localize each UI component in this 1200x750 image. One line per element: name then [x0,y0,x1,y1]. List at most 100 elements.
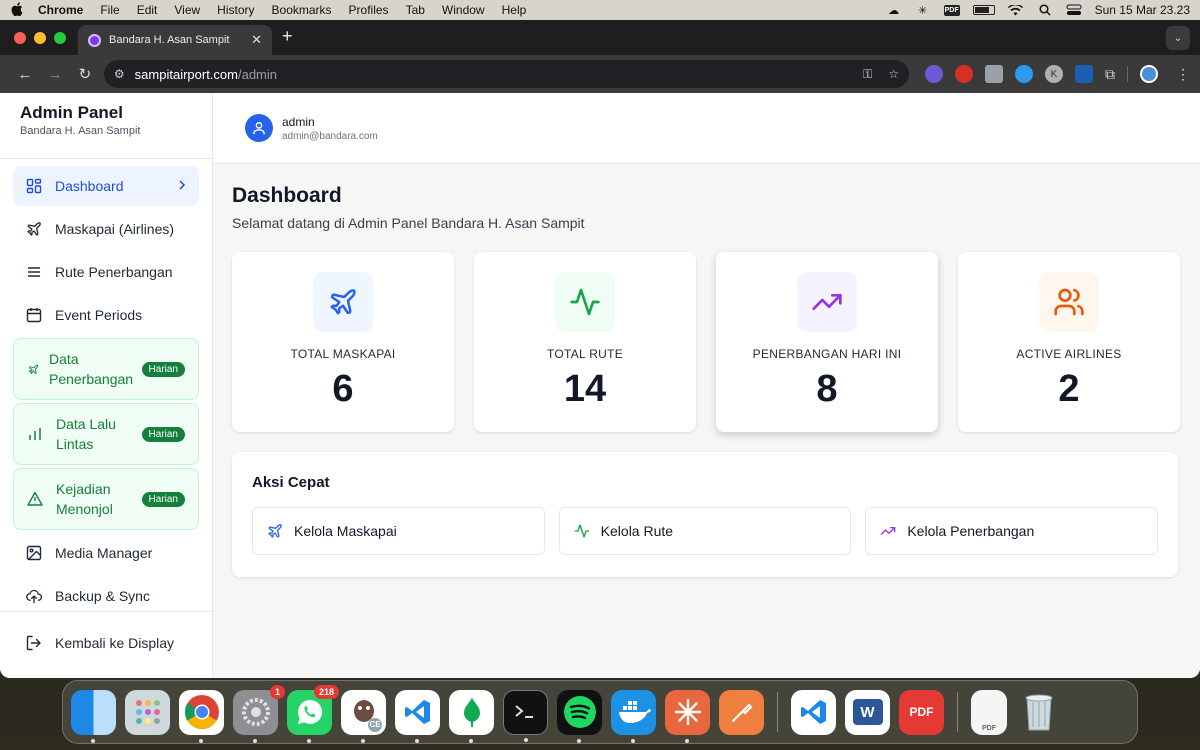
sidebar-item-routes[interactable]: Rute Penerbangan [13,252,199,292]
dock-pdf-expert-icon[interactable]: PDF [899,689,944,735]
zoom-window-button[interactable] [54,31,66,44]
reload-icon[interactable]: ↻ [70,65,100,83]
address-bar[interactable]: ⚙ sampitairport.com/admin ⚿ ☆ [103,60,910,88]
dock-launchpad-icon[interactable] [125,689,170,735]
trending-up-icon [797,272,857,332]
dock-pdf-document-icon[interactable]: PDF [971,689,1007,735]
dock-chrome-icon[interactable] [179,689,224,743]
menu-view[interactable]: View [174,3,200,17]
battery-icon[interactable] [972,5,995,15]
layout-grid-icon [26,178,42,194]
sidebar-item-label: Kejadian Menonjol [56,481,113,517]
manage-routes-button[interactable]: Kelola Rute [558,507,852,555]
sidebar-item-label: Dashboard [55,178,124,194]
apple-menu-icon[interactable] [10,1,24,19]
sidebar-item-traffic-data[interactable]: Data Lalu Lintas Harian [13,403,199,465]
chrome-menu-kebab-icon[interactable]: ⋮ [1176,66,1190,83]
quick-action-label: Kelola Rute [600,523,674,539]
manage-airlines-button[interactable]: Kelola Maskapai [252,507,545,555]
extension-shield-icon[interactable] [985,65,1004,83]
daily-badge: Harian [141,491,185,507]
manage-flights-button[interactable]: Kelola Penerbangan [865,507,1159,555]
bookmark-star-icon[interactable]: ☆ [888,67,899,82]
menu-window[interactable]: Window [442,3,485,17]
sidebar-item-incidents[interactable]: Kejadian Menonjol Harian [13,468,199,530]
extensions-puzzle-icon[interactable]: ⧉ [1105,66,1115,83]
dock-claude-icon[interactable] [665,689,710,743]
profile-avatar[interactable] [1140,65,1159,83]
sidebar-item-media-manager[interactable]: Media Manager [13,533,199,573]
plane-icon [26,221,42,237]
dock-whatsapp-icon[interactable]: 218 [287,684,339,743]
sidebar-item-label: Media Manager [55,545,153,561]
pdf-app-label: PDF [909,705,934,719]
sidebar-item-event-periods[interactable]: Event Periods [13,295,199,335]
sidebar: Admin Panel Bandara H. Asan Sampit Dashb… [0,93,213,678]
dock-postman-icon[interactable] [719,689,764,735]
extension-k-icon[interactable]: K [1045,65,1064,83]
quick-actions-title: Aksi Cepat [252,474,330,491]
dock-vscode-icon[interactable] [395,689,440,743]
sparkle-icon[interactable]: ✳ [915,4,931,17]
sidebar-footer: Kembali ke Display [0,611,212,663]
dock-spotify-icon[interactable] [557,689,602,743]
stat-value: 8 [816,368,838,410]
menu-clock[interactable]: Sun 15 Mar 23.23 [1095,3,1190,17]
dock-terminal-icon[interactable] [503,689,548,742]
new-tab-icon[interactable]: + [282,26,293,47]
sidebar-item-label: Maskapai (Airlines) [55,221,175,237]
close-window-button[interactable] [14,31,26,44]
stats-row: TOTAL MASKAPAI 6 TOTAL RUTE 14 PENERBANG… [232,252,1180,432]
back-to-display-link[interactable]: Kembali ke Display [13,623,199,663]
dock-finder-icon[interactable] [71,689,116,743]
bar-chart-icon [27,426,43,442]
word-letter: W [852,699,883,725]
extension-telegram-icon[interactable] [1015,65,1034,83]
extension-ghost-icon[interactable] [925,65,944,83]
plane-icon [313,272,373,332]
macos-dock: 1 218 CE W PDF PDF [62,680,1138,744]
close-tab-icon[interactable]: ✕ [251,32,262,48]
password-key-icon[interactable]: ⚿ [863,67,872,82]
sidebar-item-airlines[interactable]: Maskapai (Airlines) [13,209,199,249]
sidebar-item-backup-sync[interactable]: Backup & Sync [13,576,199,616]
sidebar-item-label: Event Periods [55,307,143,323]
dock-trash-icon[interactable] [1016,690,1061,735]
dock-dbeaver-icon[interactable]: CE [341,689,386,743]
extension-stop-icon[interactable] [955,65,974,83]
cloud-status-icon[interactable]: ☁ [886,4,902,17]
minimize-window-button[interactable] [34,31,46,44]
dock-mongodb-compass-icon[interactable] [449,689,494,743]
log-out-icon [26,635,42,651]
pdf-menu-icon[interactable]: PDF [943,4,960,16]
wifi-icon[interactable] [1008,4,1024,16]
sidebar-item-dashboard[interactable]: Dashboard [13,166,199,206]
stat-card-total-routes: TOTAL RUTE 14 [474,252,696,432]
menu-app-name[interactable]: Chrome [38,3,83,17]
control-center-icon[interactable] [1066,4,1082,16]
site-info-icon[interactable]: ⚙ [114,67,125,81]
dock-docker-icon[interactable] [611,689,656,743]
sidebar-item-label: Rute Penerbangan [55,264,173,280]
browser-tab[interactable]: Bandara H. Asan Sampit ✕ [78,25,272,55]
sidebar-item-flight-data[interactable]: Data Penerbangan Harian [13,338,199,400]
spotlight-search-icon[interactable] [1037,4,1053,16]
menu-profiles[interactable]: Profiles [349,3,389,17]
sidebar-item-label: Data Lalu Lintas [56,416,116,452]
dbeaver-ce-label: CE [368,717,382,732]
extension-security-icon[interactable] [1075,65,1094,83]
menu-edit[interactable]: Edit [137,3,158,17]
dock-word-icon[interactable]: W [845,689,890,735]
quick-action-label: Kelola Maskapai [294,523,397,539]
menu-tab[interactable]: Tab [406,3,425,17]
forward-arrow-icon[interactable]: → [40,66,70,83]
daily-badge: Harian [141,426,185,442]
tab-search-chevron-icon[interactable]: ⌄ [1166,26,1190,50]
back-arrow-icon[interactable]: ← [10,66,40,83]
menu-file[interactable]: File [100,3,119,17]
menu-help[interactable]: Help [502,3,527,17]
dock-vscode-2-icon[interactable] [791,689,836,735]
menu-bookmarks[interactable]: Bookmarks [272,3,332,17]
dock-system-settings-icon[interactable]: 1 [233,684,285,743]
menu-history[interactable]: History [217,3,254,17]
